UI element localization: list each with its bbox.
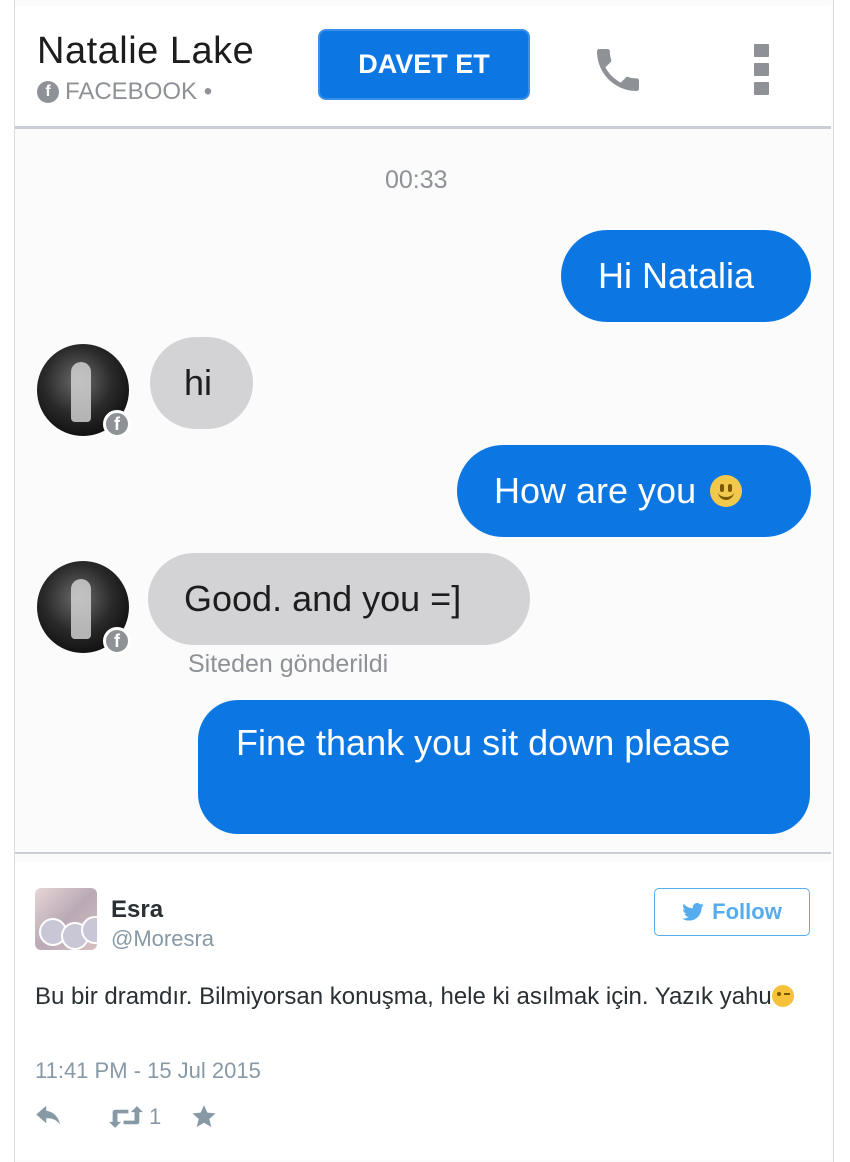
chat-header: Natalie Lake f FACEBOOK • DAVET ET xyxy=(15,6,831,129)
favorite-icon[interactable] xyxy=(191,1104,217,1130)
tweet-author-avatar[interactable] xyxy=(35,888,97,950)
contact-source: f FACEBOOK • xyxy=(37,78,212,106)
twitter-bird-icon xyxy=(682,903,704,921)
invite-button[interactable]: DAVET ET xyxy=(318,29,530,100)
tweet-timestamp[interactable]: 11:41 PM - 15 Jul 2015 xyxy=(35,1058,261,1084)
divider xyxy=(15,852,831,854)
reply-icon[interactable] xyxy=(35,1105,65,1129)
follow-button[interactable]: Follow xyxy=(654,888,810,936)
message-outgoing[interactable]: Hi Natalia xyxy=(561,230,811,322)
facebook-badge-icon: f xyxy=(103,627,131,655)
message-text: hi xyxy=(184,362,213,403)
tweet-card: Esra @Moresra Follow Bu bir dramdır. Bil… xyxy=(15,862,831,1160)
message-text: Fine thank you sit down please xyxy=(236,722,731,763)
contact-source-label: FACEBOOK • xyxy=(65,78,213,105)
facebook-badge-icon: f xyxy=(103,410,131,438)
tweet-body: Bu bir dramdır. Bilmiyorsan konuşma, hel… xyxy=(35,983,772,1010)
facebook-icon: f xyxy=(37,81,59,103)
tweet-text: Bu bir dramdır. Bilmiyorsan konuşma, hel… xyxy=(35,980,815,1014)
contact-name[interactable]: Natalie Lake xyxy=(37,30,254,73)
smiley-emoji-icon xyxy=(710,475,743,507)
message-outgoing[interactable]: Fine thank you sit down please xyxy=(198,700,810,834)
message-outgoing[interactable]: How are you xyxy=(457,445,811,537)
retweet-icon[interactable] xyxy=(109,1105,143,1129)
tweet-author-name[interactable]: Esra xyxy=(111,896,163,924)
message-text: How are you xyxy=(494,470,697,511)
message-text: Good. and you =] xyxy=(184,578,462,619)
message-incoming[interactable]: hi xyxy=(150,337,253,429)
more-options-icon[interactable] xyxy=(752,44,772,98)
chat-timestamp: 00:33 xyxy=(385,166,448,194)
message-incoming[interactable]: Good. and you =] xyxy=(148,553,530,645)
contact-avatar[interactable]: f xyxy=(37,561,131,655)
tweet-actions: 1 xyxy=(35,1104,217,1130)
message-text: Hi Natalia xyxy=(598,255,755,296)
phone-icon[interactable] xyxy=(590,42,646,98)
follow-label: Follow xyxy=(712,899,782,924)
tweet-author-handle[interactable]: @Moresra xyxy=(111,926,214,952)
retweet-count: 1 xyxy=(149,1104,162,1129)
contact-avatar[interactable]: f xyxy=(37,344,131,438)
sent-from-label: Siteden gönderildi xyxy=(188,650,389,678)
wink-emoji-icon xyxy=(771,985,794,1007)
